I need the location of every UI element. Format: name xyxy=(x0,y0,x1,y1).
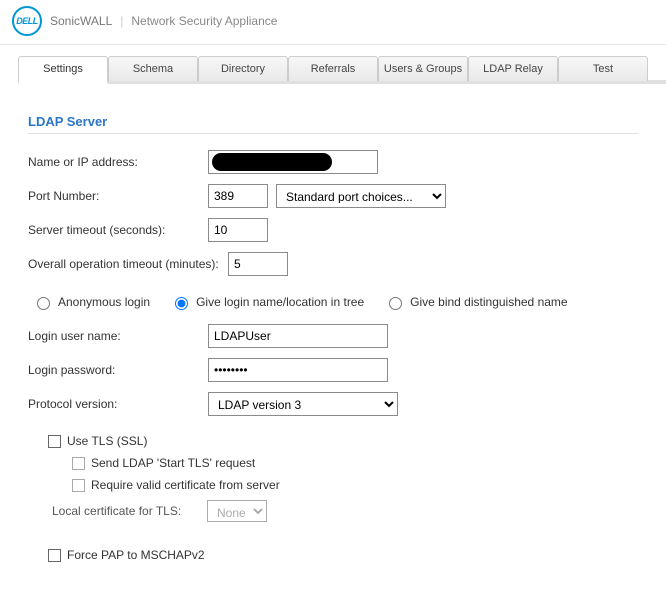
tab-referrals[interactable]: Referrals xyxy=(288,56,378,81)
op-timeout-input[interactable] xyxy=(228,252,288,276)
tab-bar: Settings Schema Directory Referrals User… xyxy=(18,55,666,84)
content-area: LDAP Server Name or IP address: Port Num… xyxy=(0,84,666,590)
server-timeout-input[interactable] xyxy=(208,218,268,242)
login-mode-group: Anonymous login Give login name/location… xyxy=(32,294,638,310)
local-cert-select[interactable]: None xyxy=(207,500,267,522)
force-pap-label: Force PAP to MSCHAPv2 xyxy=(67,548,205,562)
local-cert-label: Local certificate for TLS: xyxy=(52,504,207,518)
radio-anonymous[interactable]: Anonymous login xyxy=(32,294,150,310)
login-pass-input[interactable] xyxy=(208,358,388,382)
login-user-input[interactable] xyxy=(208,324,388,348)
tab-settings[interactable]: Settings xyxy=(18,56,108,85)
radio-give-name[interactable]: Give login name/location in tree xyxy=(170,294,364,310)
require-cert-label: Require valid certificate from server xyxy=(91,478,280,492)
force-pap-checkbox[interactable] xyxy=(48,549,61,562)
app-header: DELL SonicWALL | Network Security Applia… xyxy=(0,0,666,45)
dell-logo-icon: DELL xyxy=(12,6,42,36)
port-label: Port Number: xyxy=(28,189,208,203)
start-tls-row[interactable]: Send LDAP 'Start TLS' request xyxy=(72,456,638,470)
tab-schema[interactable]: Schema xyxy=(108,56,198,81)
ip-label: Name or IP address: xyxy=(28,155,208,169)
login-pass-label: Login password: xyxy=(28,363,208,377)
tab-users-groups[interactable]: Users & Groups xyxy=(378,56,468,81)
port-input[interactable] xyxy=(208,184,268,208)
start-tls-label: Send LDAP 'Start TLS' request xyxy=(91,456,255,470)
brand-label: SonicWALL xyxy=(50,14,112,28)
login-user-label: Login user name: xyxy=(28,329,208,343)
tab-ldap-relay[interactable]: LDAP Relay xyxy=(468,56,558,81)
force-pap-row[interactable]: Force PAP to MSCHAPv2 xyxy=(48,548,638,562)
redacted-icon xyxy=(212,153,332,171)
server-timeout-label: Server timeout (seconds): xyxy=(28,223,208,237)
proto-select[interactable]: LDAP version 3 xyxy=(208,392,398,416)
product-label: Network Security Appliance xyxy=(131,14,277,28)
radio-anonymous-input[interactable] xyxy=(37,297,50,310)
op-timeout-label: Overall operation timeout (minutes): xyxy=(28,257,228,271)
radio-give-name-input[interactable] xyxy=(175,297,188,310)
radio-give-bind[interactable]: Give bind distinguished name xyxy=(384,294,567,310)
require-cert-checkbox[interactable] xyxy=(72,479,85,492)
tab-test[interactable]: Test xyxy=(558,56,648,81)
use-tls-label: Use TLS (SSL) xyxy=(67,434,147,448)
ip-input[interactable] xyxy=(208,150,378,174)
local-cert-row: Local certificate for TLS: None xyxy=(52,500,638,522)
radio-give-name-label: Give login name/location in tree xyxy=(196,295,364,309)
require-cert-row[interactable]: Require valid certificate from server xyxy=(72,478,638,492)
brand-divider: | xyxy=(120,14,123,28)
port-choice-select[interactable]: Standard port choices... xyxy=(276,184,446,208)
proto-label: Protocol version: xyxy=(28,397,208,411)
radio-give-bind-input[interactable] xyxy=(389,297,402,310)
radio-give-bind-label: Give bind distinguished name xyxy=(410,295,567,309)
use-tls-checkbox[interactable] xyxy=(48,435,61,448)
section-title: LDAP Server xyxy=(28,114,638,134)
use-tls-row[interactable]: Use TLS (SSL) xyxy=(48,434,638,448)
tab-directory[interactable]: Directory xyxy=(198,56,288,81)
radio-anonymous-label: Anonymous login xyxy=(58,295,150,309)
start-tls-checkbox[interactable] xyxy=(72,457,85,470)
